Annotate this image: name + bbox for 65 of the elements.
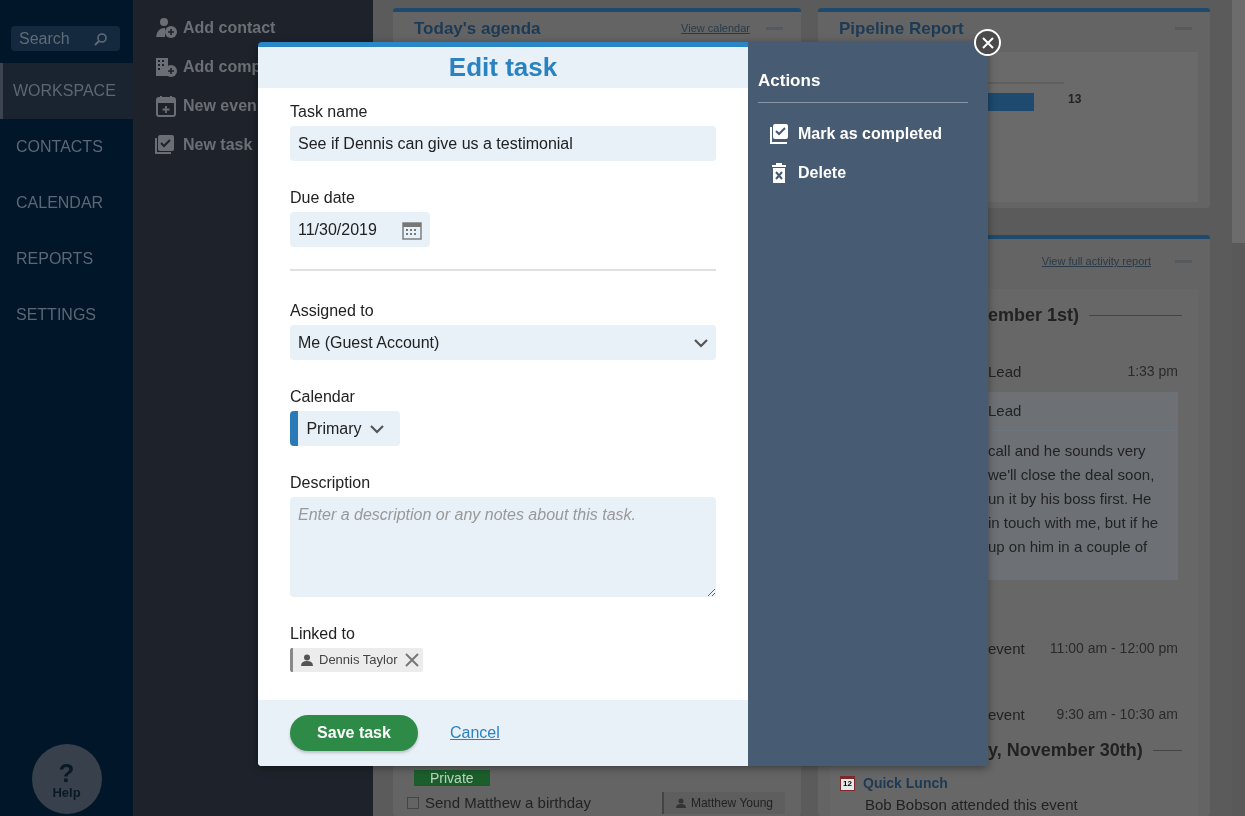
actions-title: Actions: [758, 68, 968, 103]
event-link[interactable]: Quick Lunch: [863, 772, 948, 794]
select-field[interactable]: Me (Guest Account): [290, 325, 716, 361]
note-line: call and he sounds very: [988, 441, 1147, 461]
nav-item[interactable]: CONTACTS: [0, 119, 133, 175]
chevron-icon: [370, 423, 384, 434]
note-line: up on him in a couple of: [988, 537, 1149, 557]
calendar-icon: [402, 219, 422, 240]
note-line: we'll close the deal soon,: [988, 465, 1156, 485]
card-title: Pipeline Report: [839, 17, 964, 40]
quick-action-link[interactable]: New even: [183, 93, 257, 118]
cancel-link[interactable]: Cancel: [450, 720, 500, 745]
nav-item[interactable]: REPORTS: [0, 231, 133, 287]
bar-value: 13: [1068, 91, 1082, 108]
nav-item[interactable]: SETTINGS: [0, 287, 133, 343]
note-line: un it by his boss first. He: [988, 489, 1153, 509]
note-line: in touch with me, but if he: [988, 513, 1160, 533]
save-button[interactable]: Save task: [290, 714, 418, 751]
search-bar[interactable]: Search: [11, 26, 120, 51]
select-field[interactable]: Primary: [290, 411, 400, 447]
chip-label: Dennis Taylor: [319, 651, 398, 670]
person-add-icon: [155, 16, 177, 39]
field-label: Task name: [290, 102, 369, 123]
action-item[interactable]: Mark as completed: [758, 114, 968, 154]
field-label: Description: [290, 473, 372, 494]
activity-time: 9:30 am - 10:30 am: [1056, 705, 1178, 724]
view-calendar-link[interactable]: View calendar: [681, 20, 750, 37]
task-label: Send Matthew a birthday: [425, 792, 591, 813]
field-label: Calendar: [290, 387, 356, 408]
checkbox-icon: [155, 133, 177, 156]
activity-time: 11:00 am - 12:00 pm: [1049, 638, 1178, 658]
building-add-icon: [155, 55, 177, 78]
activity-title: event: [988, 638, 1025, 659]
search-field[interactable]: Search: [19, 26, 94, 51]
close-icon: [981, 36, 994, 49]
contact-name: Matthew Young: [690, 794, 773, 812]
activity-time: 1:33 pm: [1127, 362, 1178, 381]
search-icon: [94, 31, 108, 46]
person-icon: [675, 797, 686, 808]
person-icon: [301, 653, 313, 666]
quick-action-link[interactable]: New task: [183, 132, 253, 157]
remove-icon[interactable]: [403, 651, 420, 668]
modal-title: Edit task: [448, 51, 558, 85]
date-heading: ember 1st): [988, 303, 1080, 327]
activity-title: event: [988, 705, 1025, 725]
private-badge: Private: [414, 769, 490, 786]
nav-item[interactable]: CALENDAR: [0, 175, 133, 231]
card-title: Today's agenda: [414, 17, 541, 40]
calendar-icon: 12: [840, 775, 855, 791]
description-field[interactable]: Enter a description or any notes about this task.: [290, 497, 716, 598]
checkbox-icon: [770, 124, 790, 144]
date-field[interactable]: 11/30/2019: [290, 212, 430, 248]
nav-item[interactable]: WORKSPACE: [0, 63, 133, 119]
date-heading: y, November 30th): [988, 739, 1143, 762]
field-label: Assigned to: [290, 301, 375, 322]
action-item[interactable]: Delete: [758, 153, 968, 193]
task-checkbox[interactable]: [407, 796, 419, 809]
activity-title: Lead: [988, 362, 1022, 382]
field-label: Linked to: [290, 624, 356, 645]
field-label: Due date: [290, 188, 356, 209]
calendar-add-icon: [155, 94, 177, 117]
quick-action-link[interactable]: Add contact: [183, 15, 276, 40]
chevron-icon: [694, 337, 708, 348]
text-field[interactable]: See if Dennis can give us a testimonial: [290, 126, 716, 162]
activity-text: Bob Bobson attended this event: [864, 794, 1079, 815]
